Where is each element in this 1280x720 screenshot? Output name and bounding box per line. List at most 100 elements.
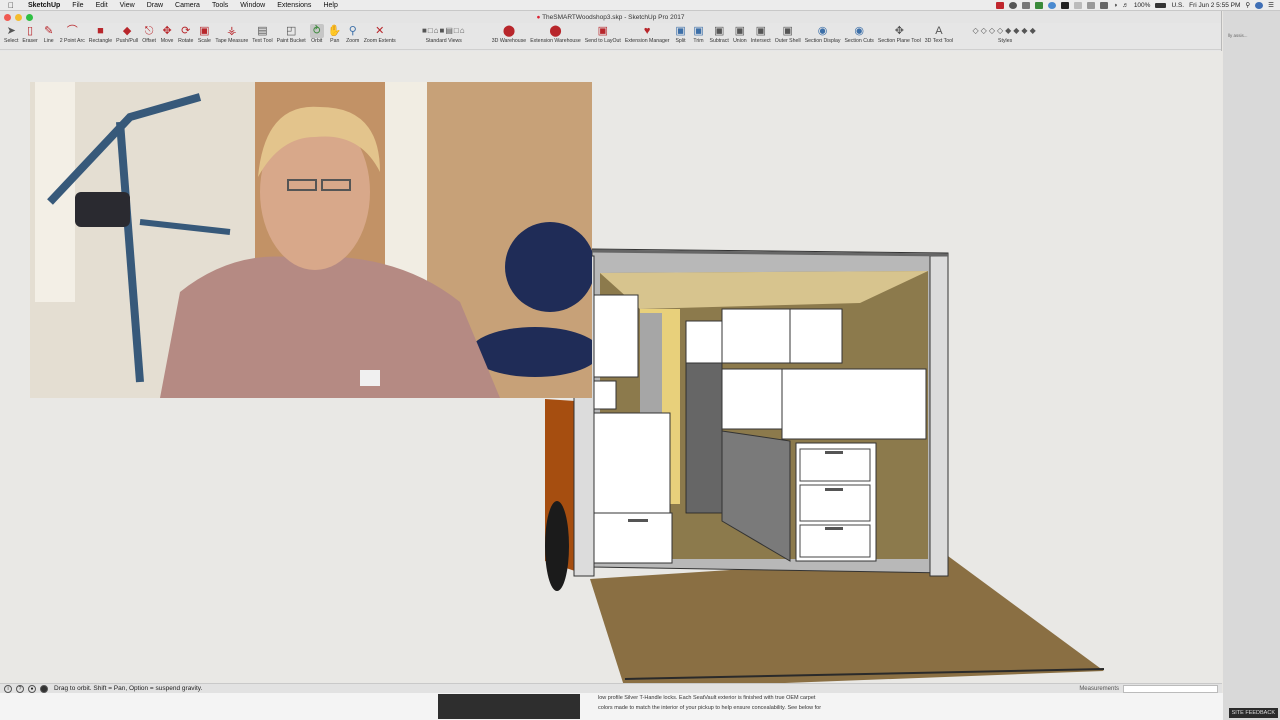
menu-window[interactable]: Window [234,2,271,9]
clock[interactable]: Fri Jun 2 5:55 PM [1189,2,1240,9]
orbit-icon: ⥁ [309,24,324,38]
exercise-pad [75,192,130,227]
split-icon: ▣ [675,25,686,37]
menu-camera[interactable]: Camera [169,2,206,9]
tool-push-pull[interactable]: ◆ Push/Pull [114,23,140,45]
tool-paint-bucket[interactable]: ◰ Paint Bucket [275,23,308,45]
tool-extension-manager[interactable]: ♥ Extension Manager [623,23,672,45]
extension-manager-icon: ♥ [643,25,651,37]
tool-eraser[interactable]: ▯ Eraser [20,23,39,45]
floor-surface [590,556,1104,684]
tool-tape-measure[interactable]: ⚶ Tape Measure [213,23,250,45]
credits-icon[interactable]: ● [28,684,36,693]
paint-bucket-icon: ◰ [285,25,297,37]
background-webpage: low profile Silver T-Handle locks. Each … [0,693,1223,720]
status-hint: Drag to orbit. Shift = Pan, Option = sus… [54,685,203,692]
tool-rectangle[interactable]: ■ Rectangle [87,23,114,45]
union-icon: ▣ [734,25,746,37]
right-wall [880,441,926,559]
menu-help[interactable]: Help [317,2,343,9]
zoom-extents-icon: ✕ [375,25,385,37]
frame-post-right [929,255,949,577]
status-icon[interactable] [1100,1,1109,9]
tool-pan[interactable]: ✋ Pan [326,23,344,45]
drawing-viewport[interactable] [0,51,1222,684]
status-icon[interactable] [1009,1,1018,9]
select-arrow-icon: ➤ [6,25,16,37]
measurements-label: Measurements [1079,685,1119,692]
menu-app[interactable]: SketchUp [22,2,66,9]
tool-outer-shell[interactable]: ▣ Outer Shell [773,23,803,45]
extension-warehouse-icon: ⬤ [549,25,562,37]
spotlight-search-icon[interactable]: ⚲ [1245,1,1250,9]
tool-zoom[interactable]: ⚲ Zoom [344,23,362,45]
tool-scale[interactable]: ▣ Scale [195,23,213,45]
record-status-icon[interactable] [996,1,1005,9]
measurements-input[interactable] [1123,684,1218,693]
tool-subtract[interactable]: ▣ Subtract [708,23,731,45]
menu-tools[interactable]: Tools [206,2,234,9]
menu-edit[interactable]: Edit [90,2,114,9]
tool-select[interactable]: ➤ Select [2,23,20,45]
standard-views-group[interactable]: ■□⌂■▤□⌂ Standard Views [406,23,482,45]
status-icon[interactable] [1087,1,1096,9]
tool-section-cuts[interactable]: ◉ Section Cuts [842,23,875,45]
styles-icons: ◇◇◇◇◆◆◆◆ [972,26,1038,35]
apple-menu-icon[interactable]:  [0,1,22,10]
tool-offset[interactable]: ⎋ Offset [140,23,158,45]
tool-union[interactable]: ▣ Union [731,23,749,45]
menu-view[interactable]: View [114,2,141,9]
upper-cabinet [685,320,723,364]
tool-text[interactable]: ▤ Text Tool [250,23,274,45]
instructor-icon[interactable] [40,684,48,693]
status-bar: i ? ● Drag to orbit. Shift = Pan, Option… [0,683,1222,693]
tool-2-point-arc[interactable]: ⌒ 2 Point Arc [58,23,87,45]
pan-icon: ✋ [327,25,342,37]
webcam-image [30,82,592,398]
rotate-icon: ⟳ [181,25,191,37]
chair-back [505,222,592,312]
battery-icon[interactable] [1155,2,1167,8]
lower-cabinet-left [593,412,671,514]
status-icon[interactable] [1061,1,1070,9]
menu-file[interactable]: File [66,2,89,9]
styles-group[interactable]: ◇◇◇◇◆◆◆◆ Styles [961,23,1049,45]
menu-draw[interactable]: Draw [141,2,169,9]
menu-extensions[interactable]: Extensions [271,2,317,9]
info-icon[interactable]: i [4,684,12,693]
tool-trim[interactable]: ▣ Trim [690,23,708,45]
tool-orbit[interactable]: ⥁ Orbit [308,23,326,45]
input-source[interactable]: U.S. [1171,2,1184,9]
tool-extension-warehouse[interactable]: ⬤ Extension Warehouse [528,23,583,45]
tool-rotate[interactable]: ⟳ Rotate [176,23,195,45]
zoom-icon: ⚲ [348,25,357,37]
wifi-icon[interactable]: ◑ [1113,2,1117,9]
warehouse-icon: ⬤ [502,25,516,37]
tool-move[interactable]: ✥ Move [158,23,176,45]
tool-intersect[interactable]: ▣ Intersect [749,23,773,45]
upper-cabinet-left [593,294,639,378]
macos-menu-bar:  SketchUp File Edit View Draw Camera To… [0,0,1280,11]
tool-send-to-layout[interactable]: ▣ Send to LayOut [583,23,623,45]
tool-3d-warehouse[interactable]: ⬤ 3D Warehouse [490,23,528,45]
user-avatar-icon[interactable] [1255,1,1264,9]
notification-center-icon[interactable]: ☰ [1268,1,1274,9]
status-icon[interactable] [1022,1,1031,9]
drawer-handle [825,451,843,454]
status-icon[interactable] [1074,1,1083,9]
site-feedback-button[interactable]: SITE FEEDBACK [1228,708,1278,718]
tool-section-plane[interactable]: ✥ Section Plane Tool [876,23,923,45]
status-icon[interactable] [1035,1,1044,9]
tool-zoom-extents[interactable]: ✕ Zoom Extents [362,23,398,45]
intersect-icon: ▣ [755,25,766,37]
tool-3d-text[interactable]: A 3D Text Tool [923,23,955,45]
geo-location-icon[interactable]: ? [16,684,24,693]
tool-section-display[interactable]: ◉ Section Display [803,23,843,45]
volume-icon[interactable]: ♬ [1122,2,1129,9]
tool-line[interactable]: ✎ Line [40,23,58,45]
status-icon[interactable] [1048,1,1057,9]
battery-percent[interactable]: 100% [1134,2,1151,9]
tool-split[interactable]: ▣ Split [672,23,690,45]
small-cabinet [593,380,617,410]
layout-icon: ▣ [597,25,608,37]
